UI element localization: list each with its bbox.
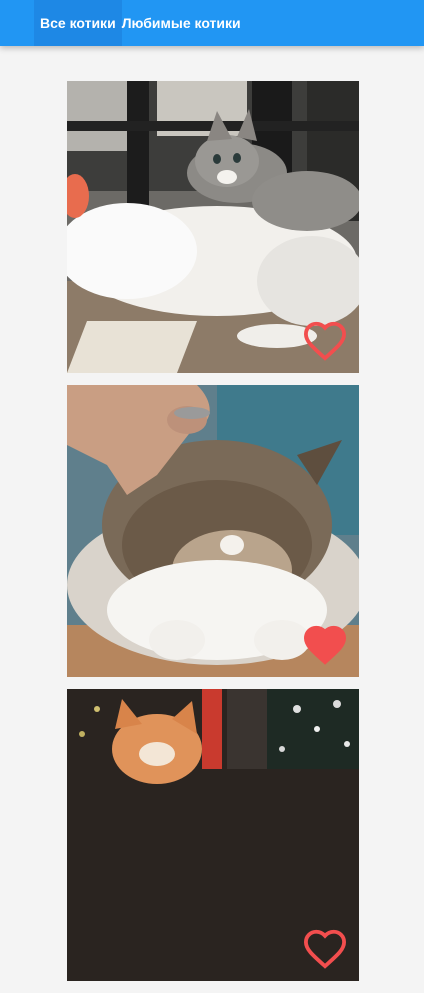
top-navigation: Все котики Любимые котики (0, 0, 424, 46)
tab-favorite-cats[interactable]: Любимые котики (122, 0, 247, 46)
cat-card (67, 689, 359, 981)
cat-card (67, 385, 359, 677)
favorite-heart-icon[interactable] (302, 927, 348, 969)
tab-all-cats[interactable]: Все котики (34, 0, 122, 46)
cat-card (67, 81, 359, 373)
favorite-heart-icon[interactable] (302, 623, 348, 665)
favorite-heart-icon[interactable] (302, 319, 348, 361)
cat-feed (67, 81, 359, 993)
